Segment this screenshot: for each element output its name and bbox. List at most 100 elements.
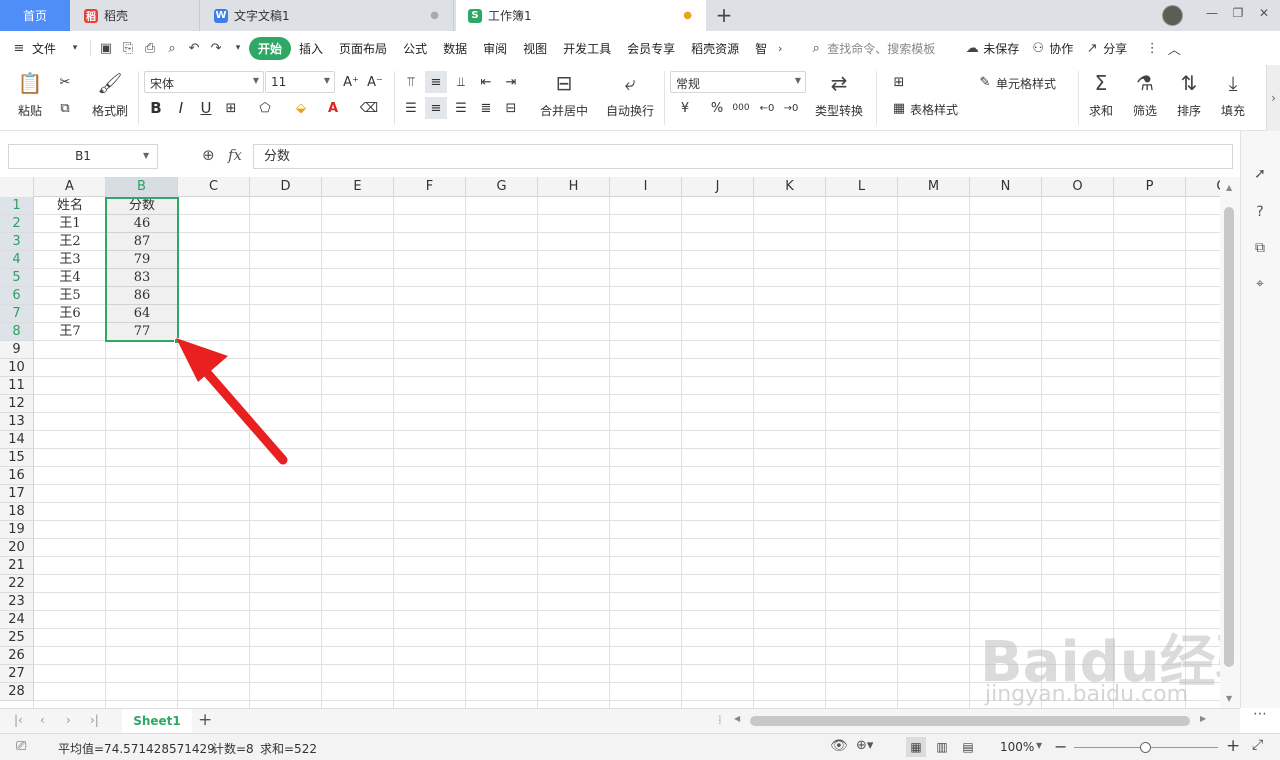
row-header-5[interactable]: 5: [0, 269, 34, 287]
table-cell[interactable]: 王3: [34, 251, 106, 269]
row-header-18[interactable]: 18: [0, 503, 34, 521]
row-header-14[interactable]: 14: [0, 431, 34, 449]
spreadsheet-grid[interactable]: ABCDEFGHIJKLMNOPQ 1234567891011121314151…: [0, 177, 1220, 708]
table-cell[interactable]: 王4: [34, 269, 106, 287]
save-icon[interactable]: ▣: [95, 37, 117, 59]
tab-member[interactable]: 会员专享: [619, 40, 683, 57]
scroll-up-icon[interactable]: ▲: [1226, 183, 1232, 192]
indent-icon[interactable]: ⇥: [500, 71, 522, 93]
align-left-icon[interactable]: ☰: [400, 97, 422, 119]
fill-color-icon[interactable]: ⬙: [290, 97, 312, 119]
chevron-down-icon[interactable]: ▼: [1036, 741, 1042, 750]
row-header-3[interactable]: 3: [0, 233, 34, 251]
tab-doc[interactable]: W 文字文稿1 ●: [202, 0, 454, 31]
sort-button[interactable]: ⇅ 排序: [1172, 70, 1206, 119]
font-color-icon[interactable]: A: [322, 97, 344, 119]
italic-icon[interactable]: I: [170, 97, 192, 119]
paste-button[interactable]: 📋 粘贴: [10, 70, 50, 119]
row-header-10[interactable]: 10: [0, 359, 34, 377]
column-header-L[interactable]: L: [826, 177, 898, 197]
conditional-format-icon[interactable]: ⊞: [888, 71, 910, 93]
tab-developer[interactable]: 开发工具: [555, 40, 619, 57]
search-icon[interactable]: ⌕: [805, 37, 827, 59]
horizontal-scroll-thumb[interactable]: [750, 716, 1190, 726]
row-header-24[interactable]: 24: [0, 611, 34, 629]
tab-home[interactable]: 首页: [0, 0, 70, 31]
tab-formula[interactable]: 公式: [395, 40, 435, 57]
name-box[interactable]: B1: [8, 144, 158, 169]
tab-daoke-resources[interactable]: 稻壳资源: [683, 40, 747, 57]
table-cell[interactable]: 王5: [34, 287, 106, 305]
select-all-corner[interactable]: [0, 177, 34, 197]
quick-access-more-icon[interactable]: ▾: [227, 37, 249, 59]
tab-insert[interactable]: 插入: [291, 40, 331, 57]
column-header-I[interactable]: I: [610, 177, 682, 197]
row-header-2[interactable]: 2: [0, 215, 34, 233]
column-header-D[interactable]: D: [250, 177, 322, 197]
collapse-ribbon-icon[interactable]: ︿: [1163, 37, 1185, 59]
macro-record-icon[interactable]: ⎚: [16, 739, 26, 754]
zoom-in-icon[interactable]: +: [1226, 736, 1240, 756]
align-right-icon[interactable]: ☰: [450, 97, 472, 119]
align-center-icon[interactable]: ≡: [425, 97, 447, 119]
justify-icon[interactable]: ≣: [475, 97, 497, 119]
avatar[interactable]: [1162, 5, 1183, 26]
view-mode-icon[interactable]: ⊕▾: [856, 738, 873, 753]
table-cell[interactable]: 王6: [34, 305, 106, 323]
format-painter-button[interactable]: 🖌 格式刷: [88, 70, 132, 119]
row-header-27[interactable]: 27: [0, 665, 34, 683]
row-header-15[interactable]: 15: [0, 449, 34, 467]
row-header-7[interactable]: 7: [0, 305, 34, 323]
font-name-select[interactable]: 宋体 ▼: [144, 71, 264, 93]
backup-icon[interactable]: ⧉: [1249, 237, 1271, 259]
row-header-16[interactable]: 16: [0, 467, 34, 485]
table-style-icon[interactable]: ▦: [888, 97, 910, 119]
row-header-1[interactable]: 1: [0, 197, 34, 215]
prev-sheet-icon[interactable]: ‹: [40, 713, 45, 727]
clear-format-icon[interactable]: ⌫: [358, 97, 380, 119]
chevron-right-icon[interactable]: ›: [769, 37, 791, 59]
tab-page-layout[interactable]: 页面布局: [331, 40, 395, 57]
row-header-26[interactable]: 26: [0, 647, 34, 665]
chevron-down-icon[interactable]: ▼: [143, 151, 149, 160]
vertical-scrollbar[interactable]: ▲ ▼: [1220, 177, 1240, 708]
unsaved-dot-icon[interactable]: ●: [683, 10, 692, 21]
tab-workbook[interactable]: S 工作簿1 ●: [456, 0, 706, 31]
border-icon[interactable]: ⊞: [220, 97, 242, 119]
column-header-M[interactable]: M: [898, 177, 970, 197]
column-header-Q[interactable]: Q: [1186, 177, 1220, 197]
more-icon[interactable]: ⋮: [1141, 37, 1163, 59]
column-header-O[interactable]: O: [1042, 177, 1114, 197]
percent-icon[interactable]: %: [706, 97, 728, 119]
header-cell[interactable]: 姓名: [34, 197, 106, 215]
restore-icon[interactable]: ❐: [1228, 6, 1248, 20]
auto-wrap-button[interactable]: ⤶ 自动换行: [602, 70, 658, 119]
table-cell[interactable]: 王7: [34, 323, 106, 341]
sheet-tab-sheet1[interactable]: Sheet1: [122, 709, 192, 733]
cell-style-icon[interactable]: ✎: [974, 71, 996, 93]
type-convert-button[interactable]: ⇄ 类型转换: [808, 70, 870, 119]
file-menu[interactable]: 文件: [30, 40, 64, 57]
close-icon[interactable]: ✕: [1254, 6, 1274, 20]
currency-icon[interactable]: ¥: [674, 97, 696, 119]
table-cell[interactable]: 王2: [34, 233, 106, 251]
formula-input[interactable]: 分数: [253, 144, 1233, 169]
column-header-J[interactable]: J: [682, 177, 754, 197]
eye-protect-icon[interactable]: 👁: [830, 738, 848, 754]
row-header-8[interactable]: 8: [0, 323, 34, 341]
minimize-icon[interactable]: —: [1202, 6, 1222, 20]
outdent-icon[interactable]: ⇤: [475, 71, 497, 93]
add-sheet-button[interactable]: +: [198, 710, 212, 730]
tab-data[interactable]: 数据: [435, 40, 475, 57]
ribbon-scroll-right-icon[interactable]: ›: [1266, 65, 1280, 131]
table-cell[interactable]: 王1: [34, 215, 106, 233]
column-header-G[interactable]: G: [466, 177, 538, 197]
collab-button[interactable]: 协作: [1049, 40, 1081, 57]
increase-font-icon[interactable]: A⁺: [340, 71, 362, 93]
filter-button[interactable]: ⚗ 筛选: [1128, 70, 1162, 119]
fill-button[interactable]: ⤓ 填充: [1216, 70, 1250, 119]
zoom-formula-icon[interactable]: ⊕: [202, 146, 215, 164]
cell-style-button[interactable]: 单元格样式: [996, 75, 1056, 92]
redo-icon[interactable]: ↷: [205, 37, 227, 59]
align-top-icon[interactable]: ⫪: [400, 71, 422, 93]
